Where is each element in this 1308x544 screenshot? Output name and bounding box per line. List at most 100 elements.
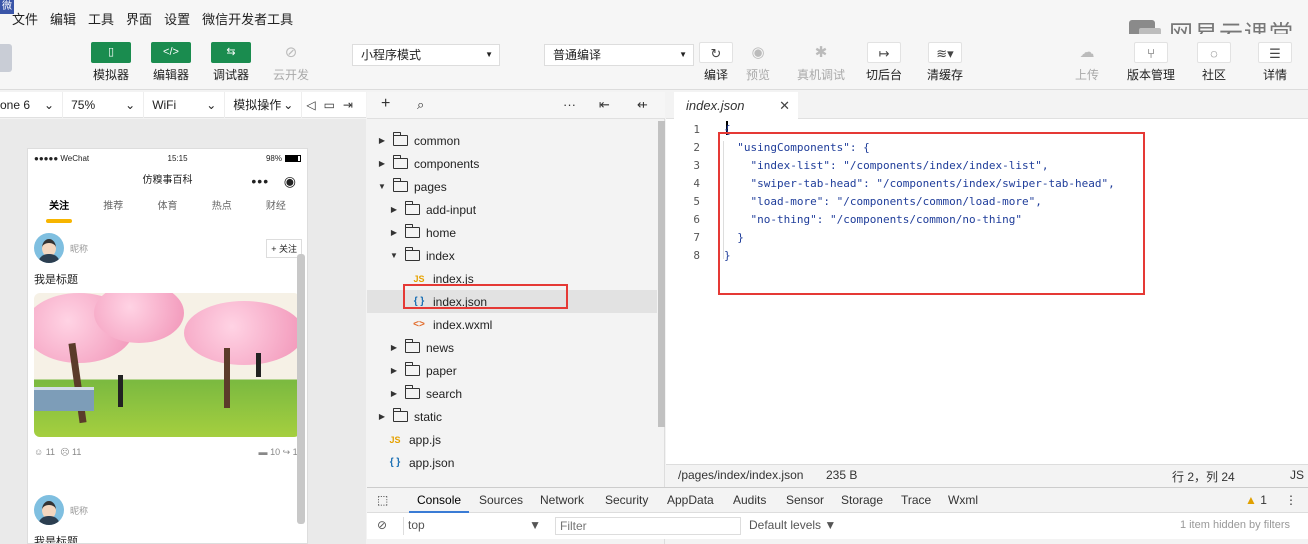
post-image[interactable] (34, 293, 300, 437)
explorer-scrollbar[interactable] (658, 121, 665, 427)
background-button[interactable]: ↦ 切后台 (854, 42, 914, 83)
language-mode[interactable]: JS (1290, 468, 1304, 482)
chevron-down-icon[interactable]: ▼ (377, 182, 387, 191)
tab-appdata[interactable]: AppData (667, 488, 714, 513)
chevron-right-icon[interactable]: ▶ (389, 228, 399, 237)
tab-audits[interactable]: Audits (733, 488, 766, 513)
tab-storage[interactable]: Storage (841, 488, 883, 513)
person-figure (256, 353, 261, 377)
chevron-right-icon[interactable]: ▶ (389, 389, 399, 398)
close-circle-icon[interactable]: ◉ (284, 173, 297, 189)
post-card[interactable]: 昵称 + 关注 我是标题 ☺ 11 ☹ 11 ▬ 10 ↪ (34, 231, 302, 467)
detach-icon[interactable]: ⇥ (339, 98, 357, 112)
close-icon[interactable]: ✕ (779, 92, 790, 119)
frown-icon[interactable]: ☹ (60, 447, 69, 457)
details-button[interactable]: ☰ 详情 (1245, 42, 1305, 83)
chevron-right-icon[interactable]: ▶ (389, 343, 399, 352)
tree-item[interactable]: ▶ add-input (367, 198, 657, 221)
debugger-button[interactable]: ⇆ 调试器 (201, 42, 261, 83)
console-filter-input[interactable] (555, 517, 741, 535)
phone-scrollbar[interactable] (297, 254, 305, 524)
avatar[interactable] (34, 233, 64, 263)
tab-sports[interactable]: 体育 (140, 195, 194, 223)
clear-console-icon[interactable]: ⊘ (377, 518, 387, 532)
simulator-button[interactable]: ▯ 模拟器 (81, 42, 141, 83)
menu-file[interactable]: 文件 (12, 9, 38, 28)
zoom-select[interactable]: 75% ⌄ (63, 91, 145, 118)
chevron-right-icon[interactable]: ▶ (389, 366, 399, 375)
menu-view[interactable]: 界面 (126, 9, 152, 28)
menu-edit[interactable]: 编辑 (50, 9, 76, 28)
smile-icon[interactable]: ☺ (34, 447, 43, 457)
tab-network[interactable]: Network (540, 488, 584, 513)
phone-status-bar: ●●●●● WeChat 15:15 98% (28, 149, 307, 167)
tree-item[interactable]: ▶ common (367, 129, 657, 152)
menu-devtools[interactable]: 微信开发者工具 (202, 9, 293, 28)
tree-item[interactable]: { } app.json (367, 451, 657, 474)
tab-sources[interactable]: Sources (479, 488, 523, 513)
tree-item[interactable]: JS app.js (367, 428, 657, 451)
tab-hot[interactable]: 热点 (195, 195, 249, 223)
more-icon[interactable]: ••• (251, 173, 269, 189)
inspect-icon[interactable]: ⬚ (377, 488, 388, 513)
tab-finance[interactable]: 财经 (249, 195, 303, 223)
add-file-icon[interactable]: + (381, 95, 390, 113)
context-select[interactable]: top ▼ (403, 517, 547, 535)
network-select[interactable]: WiFi ⌄ (144, 91, 226, 118)
tab-console[interactable]: Console (409, 488, 470, 513)
levels-select[interactable]: Default levels ▼ (745, 517, 845, 535)
tree-item[interactable]: ▼ index (367, 244, 657, 267)
tab-security[interactable]: Security (605, 488, 648, 513)
window-icon[interactable]: ▭ (320, 98, 339, 112)
user-avatar-thumb[interactable] (0, 44, 12, 72)
editor-tab[interactable]: index.json ✕ (674, 92, 798, 119)
tree-item[interactable]: ▶ search (367, 382, 657, 405)
train-shape (34, 387, 94, 411)
tree-item[interactable]: ▶ static (367, 405, 657, 428)
sort-icon[interactable]: ⇤ (599, 97, 610, 113)
chevron-right-icon[interactable]: ▶ (389, 205, 399, 214)
mute-icon[interactable]: ◁ (302, 98, 319, 112)
collapse-icon[interactable]: ⇷ (637, 97, 648, 113)
chevron-right-icon[interactable]: ▶ (377, 412, 387, 421)
tab-trace[interactable]: Trace (901, 488, 931, 513)
tab-wxml[interactable]: Wxml (948, 488, 978, 513)
community-button[interactable]: ◌ 社区 (1184, 42, 1244, 83)
more-icon[interactable]: ··· (563, 97, 576, 112)
tree-item[interactable]: ▶ components (367, 152, 657, 175)
operate-select[interactable]: 模拟操作 ⌄ (225, 91, 303, 118)
tree-item[interactable]: ▶ home (367, 221, 657, 244)
warning-indicator[interactable]: ▲ 1 (1245, 488, 1267, 513)
cloud-dev-button[interactable]: ⊘ 云开发 (261, 42, 321, 83)
chevron-down-icon[interactable]: ▼ (389, 251, 399, 260)
more-vertical-icon[interactable]: ⋮ (1285, 488, 1297, 513)
menu-settings[interactable]: 设置 (164, 9, 190, 28)
search-icon[interactable]: ⌕ (417, 97, 424, 113)
tree-item[interactable]: ▼ pages (367, 175, 657, 198)
mode-select[interactable]: 小程序模式 ▼ (352, 44, 500, 66)
tab-sensor[interactable]: Sensor (786, 488, 824, 513)
phone-frame[interactable]: ●●●●● WeChat 15:15 98% 仿糗事百科 ••• ◉ 关注 推荐… (27, 148, 308, 544)
compile-select[interactable]: 普通编译 ▼ (544, 44, 694, 66)
tree-item[interactable]: <> index.wxml (367, 313, 657, 336)
chevron-right-icon[interactable]: ▶ (377, 159, 387, 168)
clear-cache-button[interactable]: ≋▾ 清缓存 (915, 42, 975, 83)
post-card[interactable]: 昵称 我是标题 (34, 493, 302, 543)
tree-item[interactable]: ▶ paper (367, 359, 657, 382)
editor-button[interactable]: </> 编辑器 (141, 42, 201, 83)
tree-item[interactable]: ▶ news (367, 336, 657, 359)
comment-icon[interactable]: ▬ (259, 447, 268, 457)
remote-debug-button[interactable]: ✱ 真机调试 (791, 42, 851, 83)
cursor-position[interactable]: 行 2，列 24 (1172, 468, 1235, 485)
capsule-buttons[interactable]: ••• ◉ (251, 172, 297, 190)
tab-recommend[interactable]: 推荐 (86, 195, 140, 223)
avatar[interactable] (34, 495, 64, 525)
device-select[interactable]: one 6 ⌄ (0, 91, 64, 118)
tab-follow[interactable]: 关注 (32, 195, 86, 223)
upload-button[interactable]: ☁ 上传 (1057, 42, 1117, 83)
preview-button[interactable]: ◉ 预览 (728, 42, 788, 83)
share-icon[interactable]: ↪ (283, 447, 291, 457)
version-button[interactable]: ⑂ 版本管理 (1121, 42, 1181, 83)
menu-tools[interactable]: 工具 (88, 9, 114, 28)
chevron-right-icon[interactable]: ▶ (377, 136, 387, 145)
